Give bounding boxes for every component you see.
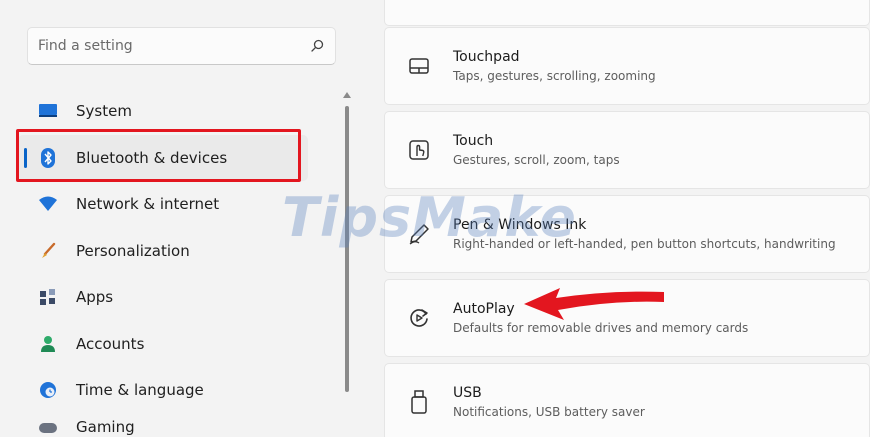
card-description: Gestures, scroll, zoom, taps	[453, 153, 620, 167]
settings-card-pen-windows-ink[interactable]: Pen & Windows Ink Right-handed or left-h…	[384, 195, 870, 273]
card-description: Right-handed or left-handed, pen button …	[453, 237, 836, 251]
touchpad-icon	[405, 52, 433, 80]
search-icon[interactable]	[309, 38, 325, 54]
sidebar-item-personalization[interactable]: Personalization	[18, 228, 308, 275]
card-title: Touch	[453, 133, 494, 149]
sidebar-item-bluetooth-devices[interactable]: Bluetooth & devices	[18, 134, 308, 181]
device-settings-list: Touchpad Taps, gestures, scrolling, zoom…	[384, 0, 870, 437]
bluetooth-icon	[38, 147, 58, 168]
sidebar-item-time-language[interactable]: Time & language	[18, 367, 308, 414]
controller-icon	[38, 418, 58, 437]
sidebar-item-label: Accounts	[76, 334, 145, 353]
card-title: USB	[453, 385, 482, 401]
search-box[interactable]	[27, 27, 336, 65]
settings-card-partial[interactable]	[384, 0, 870, 26]
autoplay-icon	[405, 304, 433, 332]
sidebar-item-gaming[interactable]: Gaming	[18, 414, 308, 437]
sidebar-item-apps[interactable]: Apps	[18, 274, 308, 321]
sidebar-scrollbar[interactable]	[343, 92, 351, 437]
settings-window: System Bluetooth & devices Network & int…	[0, 0, 870, 437]
brush-icon	[38, 241, 58, 261]
settings-card-usb[interactable]: USB Notifications, USB battery saver	[384, 363, 870, 437]
sidebar-nav: System Bluetooth & devices Network & int…	[18, 88, 308, 437]
settings-card-touch[interactable]: Touch Gestures, scroll, zoom, taps	[384, 111, 870, 189]
settings-card-autoplay[interactable]: AutoPlay Defaults for removable drives a…	[384, 279, 870, 357]
selection-indicator	[24, 147, 27, 168]
globe-clock-icon	[38, 380, 58, 400]
monitor-icon	[38, 101, 58, 121]
card-title: AutoPlay	[453, 301, 515, 317]
card-description: Notifications, USB battery saver	[453, 405, 645, 419]
touch-icon	[405, 136, 433, 164]
sidebar-item-label: Personalization	[76, 241, 190, 260]
apps-icon	[38, 287, 58, 307]
person-icon	[38, 334, 58, 354]
sidebar-item-network-internet[interactable]: Network & internet	[18, 181, 308, 228]
scroll-thumb[interactable]	[345, 106, 349, 392]
sidebar-item-accounts[interactable]: Accounts	[18, 321, 308, 368]
search-input[interactable]	[38, 38, 309, 54]
settings-card-touchpad[interactable]: Touchpad Taps, gestures, scrolling, zoom…	[384, 27, 870, 105]
sidebar-item-label: Network & internet	[76, 195, 220, 214]
card-title: Pen & Windows Ink	[453, 217, 587, 233]
card-title: Touchpad	[453, 49, 520, 65]
sidebar-item-label: Apps	[76, 288, 114, 307]
card-description: Defaults for removable drives and memory…	[453, 321, 749, 335]
card-description: Taps, gestures, scrolling, zooming	[453, 69, 656, 83]
usb-icon	[405, 388, 433, 416]
sidebar-item-label: Gaming	[76, 417, 135, 436]
scroll-up-arrow[interactable]	[343, 92, 351, 100]
sidebar-item-label: Time & language	[76, 381, 204, 400]
sidebar-item-label: System	[76, 102, 132, 121]
wifi-icon	[38, 194, 58, 214]
sidebar-item-label: Bluetooth & devices	[76, 148, 228, 167]
sidebar-item-system[interactable]: System	[18, 88, 308, 135]
pen-icon	[405, 220, 433, 248]
